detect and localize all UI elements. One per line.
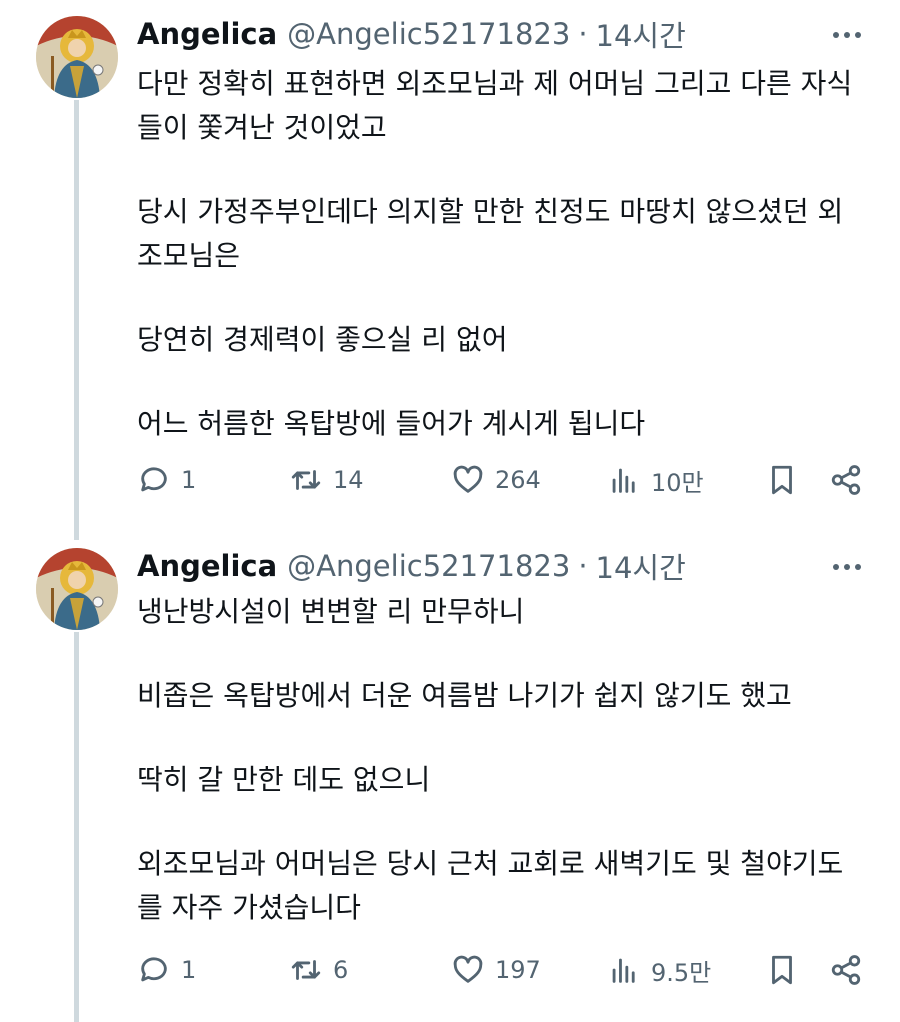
- tweet-actions: 1 14 264 10만: [137, 460, 877, 500]
- retweet-count: 6: [333, 956, 349, 984]
- tweet-header: Angelica @Angelic52171823 · 14시간: [137, 546, 900, 586]
- retweet-icon: [291, 470, 321, 490]
- saint-portrait-avatar-icon: [36, 16, 118, 98]
- like-count: 264: [495, 466, 541, 494]
- author-handle[interactable]: @Angelic52171823: [287, 549, 570, 583]
- like-button[interactable]: 197: [451, 950, 541, 990]
- thread-connector-line: [74, 632, 79, 1022]
- like-count: 197: [495, 956, 541, 984]
- share-button[interactable]: [829, 460, 863, 500]
- reply-button[interactable]: 1: [137, 460, 196, 500]
- timestamp[interactable]: 14시간: [596, 13, 686, 55]
- retweet-button[interactable]: 6: [289, 950, 348, 990]
- separator-dot: ·: [578, 17, 588, 51]
- tweet-paragraph: 당시 가정주부인데다 의지할 만한 친정도 마땅치 않으셨던 외조모님은: [137, 195, 844, 272]
- tweet-paragraph: 냉난방시설이 변변할 리 만무하니: [137, 595, 525, 628]
- tweet-paragraph: 어느 허름한 옥탑방에 들어가 계시게 됩니다: [137, 407, 646, 440]
- author-name[interactable]: Angelica: [137, 17, 277, 51]
- retweet-icon: [291, 960, 321, 980]
- timestamp[interactable]: 14시간: [596, 545, 686, 587]
- tweet[interactable]: Angelica @Angelic52171823 · 14시간 다만 정확히 …: [0, 0, 900, 540]
- tweet-actions: 1 6 197 9.5만: [137, 950, 877, 990]
- share-button[interactable]: [829, 950, 863, 990]
- retweet-count: 14: [333, 466, 364, 494]
- tweet-paragraph: 딱히 갈 만한 데도 없으니: [137, 763, 431, 796]
- share-icon: [831, 465, 861, 495]
- tweet-paragraph: 다만 정확히 표현하면 외조모님과 제 어머님 그리고 다른 자식들이 쫓겨난 …: [137, 67, 853, 144]
- views-button[interactable]: 9.5만: [607, 950, 711, 990]
- avatar[interactable]: [36, 16, 118, 98]
- tweet-paragraph: 비좁은 옥탑방에서 더운 여름밤 나기가 쉽지 않기도 했고: [137, 679, 792, 712]
- reply-count: 1: [181, 956, 197, 984]
- separator-dot: ·: [578, 549, 588, 583]
- views-chart-icon: [612, 958, 635, 983]
- view-count: 10만: [651, 468, 704, 497]
- tweet-text: 냉난방시설이 변변할 리 만무하니 비좁은 옥탑방에서 더운 여름밤 나기가 쉽…: [137, 590, 860, 970]
- tweet[interactable]: Angelica @Angelic52171823 · 14시간 냉난방시설이 …: [0, 540, 900, 1022]
- tweet-text: 다만 정확히 표현하면 외조모님과 제 어머님 그리고 다른 자식들이 쫓겨난 …: [137, 62, 860, 486]
- saint-portrait-avatar-icon: [36, 548, 118, 630]
- tweet-paragraph: 외조모님과 어머님은 당시 근처 교회로 새벽기도 및 철야기도를 자주 가셨습…: [137, 847, 844, 924]
- thread-connector-line: [74, 100, 79, 540]
- author-name[interactable]: Angelica: [137, 549, 277, 583]
- author-handle[interactable]: @Angelic52171823: [287, 17, 570, 51]
- reply-count: 1: [181, 466, 197, 494]
- heart-icon: [453, 955, 483, 983]
- reply-button[interactable]: 1: [137, 950, 196, 990]
- retweet-button[interactable]: 14: [289, 460, 364, 500]
- heart-icon: [453, 465, 483, 493]
- view-count: 9.5만: [651, 958, 712, 987]
- more-dots-icon[interactable]: [832, 552, 862, 582]
- tweet-paragraph: 당연히 경제력이 좋으실 리 없어: [137, 323, 508, 356]
- avatar[interactable]: [36, 548, 118, 630]
- views-button[interactable]: 10만: [607, 460, 704, 500]
- like-button[interactable]: 264: [451, 460, 541, 500]
- bookmark-icon: [772, 955, 792, 985]
- tweet-header: Angelica @Angelic52171823 · 14시간: [137, 14, 900, 54]
- bookmark-icon: [772, 465, 792, 495]
- views-chart-icon: [612, 468, 635, 493]
- bookmark-button[interactable]: [765, 460, 799, 500]
- bookmark-button[interactable]: [765, 950, 799, 990]
- reply-icon: [141, 957, 167, 982]
- share-icon: [831, 955, 861, 985]
- reply-icon: [141, 467, 167, 492]
- more-dots-icon[interactable]: [832, 20, 862, 50]
